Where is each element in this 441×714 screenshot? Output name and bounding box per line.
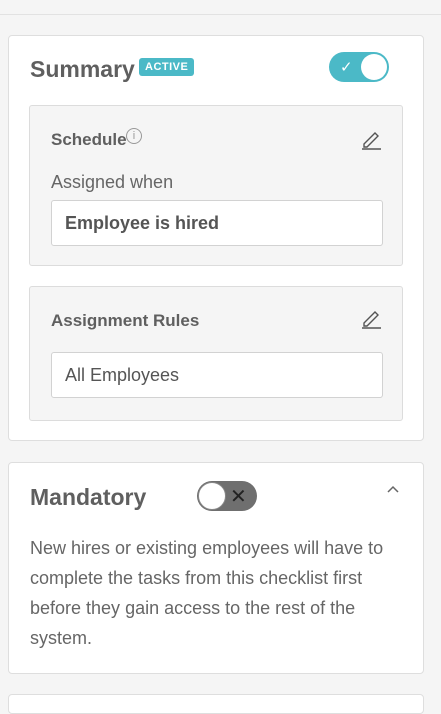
assignment-rules-panel: Assignment Rules All Employees — [29, 286, 403, 421]
check-icon: ✓ — [340, 59, 353, 76]
info-icon[interactable]: i — [126, 128, 142, 144]
mandatory-description: New hires or existing employees will hav… — [30, 538, 384, 648]
next-card — [8, 694, 424, 714]
mandatory-title: Mandatory — [30, 484, 147, 510]
chevron-up-icon[interactable] — [385, 483, 401, 495]
edit-rules-pencil-icon[interactable] — [360, 307, 382, 329]
assignment-rules-title: Assignment Rules — [51, 311, 200, 330]
assigned-when-field[interactable]: Employee is hired — [51, 200, 383, 246]
summary-toggle[interactable]: ✓ — [329, 52, 389, 82]
schedule-panel: Schedule i Assigned when Employee is hir… — [29, 105, 403, 266]
schedule-title: Schedule — [51, 130, 127, 149]
summary-title: Summary — [30, 56, 135, 82]
assigned-when-label: Assigned when — [51, 172, 174, 192]
mandatory-toggle[interactable]: ✕ — [197, 481, 257, 511]
mandatory-card: Mandatory ✕ New hires or existing employ… — [8, 462, 424, 674]
toggle-knob — [361, 54, 387, 80]
assignment-rules-field[interactable]: All Employees — [51, 352, 383, 398]
top-divider — [0, 0, 441, 15]
close-icon: ✕ — [230, 486, 247, 508]
status-badge: ACTIVE — [139, 58, 195, 76]
edit-schedule-pencil-icon[interactable] — [360, 128, 382, 150]
summary-card: Summary ACTIVE ✓ Schedule i Assigned whe… — [8, 35, 424, 441]
toggle-knob — [198, 482, 226, 510]
